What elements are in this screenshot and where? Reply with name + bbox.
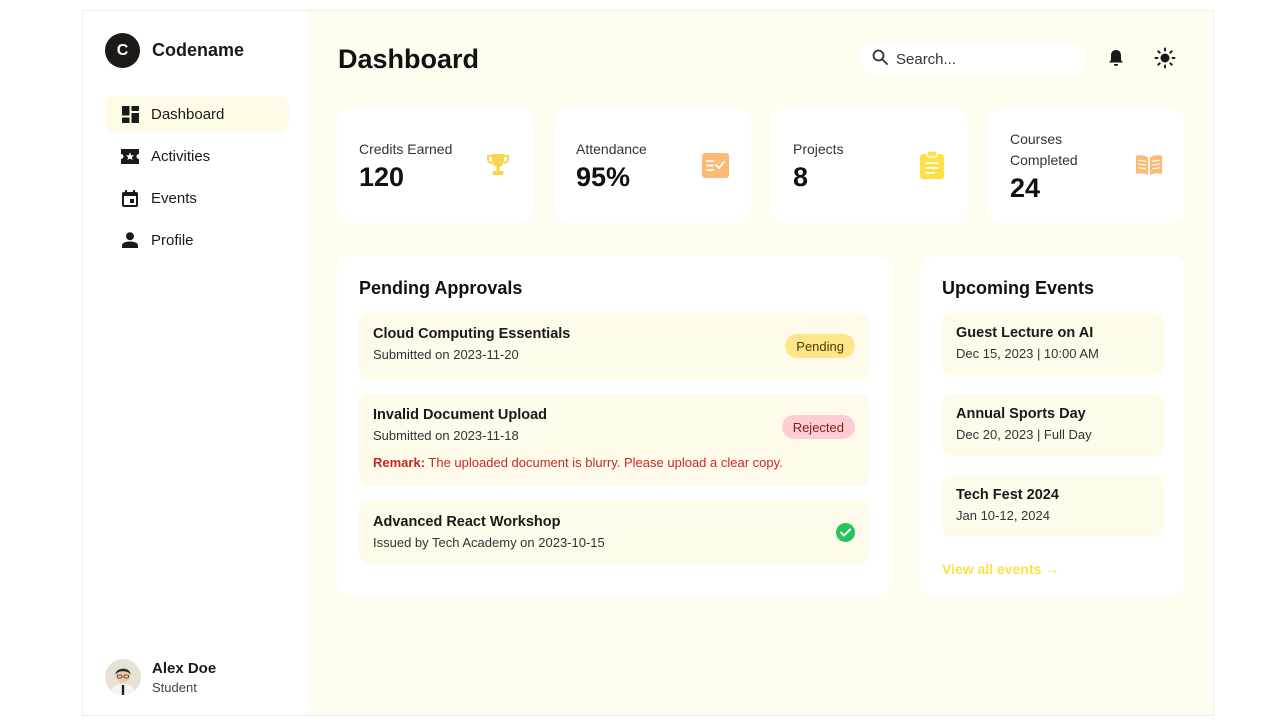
event-item[interactable]: Guest Lecture on AI Dec 15, 2023 | 10:00… [942, 313, 1164, 375]
status-badge: Pending [785, 334, 855, 358]
remark-text: The uploaded document is blurry. Please … [425, 455, 783, 470]
sidebar-item-profile[interactable]: Profile [105, 222, 289, 258]
approval-item[interactable]: Invalid Document Upload Submitted on 202… [359, 394, 869, 486]
stat-card-credits: Credits Earned 120 [337, 109, 534, 223]
stat-card-projects: Projects 8 [771, 109, 968, 223]
approval-item[interactable]: Cloud Computing Essentials Submitted on … [359, 313, 869, 379]
stat-label: Projects [793, 141, 844, 157]
book-icon [1135, 151, 1163, 179]
trophy-icon [484, 151, 512, 179]
panel-title: Upcoming Events [942, 278, 1095, 298]
event-title: Annual Sports Day [956, 406, 1086, 422]
main-content: Dashboard Credits Earned 120 Attendance [309, 11, 1213, 715]
upcoming-events-panel: Upcoming Events Guest Lecture on AI Dec … [920, 256, 1185, 596]
calendar-icon [121, 189, 139, 207]
approval-date: Submitted on 2023-11-20 [373, 347, 519, 362]
search-input[interactable] [896, 50, 1066, 68]
approval-item[interactable]: Advanced React Workshop Issued by Tech A… [359, 501, 869, 565]
dashboard-icon [121, 105, 139, 123]
event-item[interactable]: Annual Sports Day Dec 20, 2023 | Full Da… [942, 394, 1164, 456]
remark-label: Remark: [373, 455, 426, 470]
sidebar: C Codename Dashboard Activities Events P… [83, 11, 309, 715]
stat-label: Credits Earned [359, 141, 453, 157]
approval-issuer: Issued by Tech Academy on 2023-10-15 [373, 535, 605, 550]
panel-title: Pending Approvals [359, 278, 523, 298]
user-info: Alex Doe Student [152, 660, 216, 695]
page-title: Dashboard [338, 44, 480, 74]
avatar [105, 659, 141, 695]
sidebar-item-events[interactable]: Events [105, 180, 289, 216]
event-datetime: Jan 10-12, 2024 [956, 508, 1050, 523]
brand[interactable]: C Codename [105, 33, 244, 68]
event-item[interactable]: Tech Fest 2024 Jan 10-12, 2024 [942, 475, 1164, 537]
stat-label: Courses Completed [1010, 131, 1078, 168]
stat-card-courses: Courses Completed 24 [988, 109, 1185, 223]
stat-card-attendance: Attendance 95% [554, 109, 751, 223]
user-name: Alex Doe [152, 659, 217, 677]
sidebar-nav: Dashboard Activities Events Profile [105, 96, 289, 264]
stat-label: Attendance [576, 141, 647, 157]
approval-title: Advanced React Workshop [373, 514, 561, 530]
theme-toggle-sun-icon[interactable] [1154, 47, 1176, 69]
sidebar-item-label: Activities [151, 147, 211, 165]
person-icon [121, 231, 139, 249]
brand-logo: C [105, 33, 140, 68]
search-icon [872, 49, 888, 70]
approval-remark: Remark: The uploaded document is blurry.… [373, 455, 855, 470]
bell-icon[interactable] [1105, 47, 1127, 69]
sidebar-item-dashboard[interactable]: Dashboard [105, 96, 289, 132]
status-badge: Rejected [781, 415, 855, 439]
sidebar-item-activities[interactable]: Activities [105, 138, 289, 174]
event-title: Tech Fest 2024 [956, 487, 1059, 503]
sidebar-item-label: Dashboard [151, 105, 225, 123]
user-role: Student [152, 679, 197, 695]
event-datetime: Dec 15, 2023 | 10:00 AM [956, 346, 1099, 361]
checklist-icon [701, 151, 729, 179]
view-all-events-link[interactable]: View all events → [942, 561, 1059, 577]
user-profile[interactable]: Alex Doe Student [105, 659, 216, 695]
sidebar-item-label: Events [151, 189, 197, 207]
event-title: Guest Lecture on AI [956, 325, 1094, 341]
search-bar[interactable] [860, 42, 1086, 76]
app-window: C Codename Dashboard Activities Events P… [82, 10, 1214, 716]
approved-check-icon [836, 523, 855, 542]
clipboard-icon [918, 151, 946, 179]
approval-title: Cloud Computing Essentials [373, 326, 571, 342]
event-datetime: Dec 20, 2023 | Full Day [956, 427, 1092, 442]
brand-name: Codename [152, 40, 245, 60]
stats-row: Credits Earned 120 Attendance 95% Projec… [337, 109, 1185, 223]
ticket-icon [121, 147, 139, 165]
sidebar-item-label: Profile [151, 231, 194, 249]
pending-approvals-panel: Pending Approvals Cloud Computing Essent… [337, 256, 891, 596]
